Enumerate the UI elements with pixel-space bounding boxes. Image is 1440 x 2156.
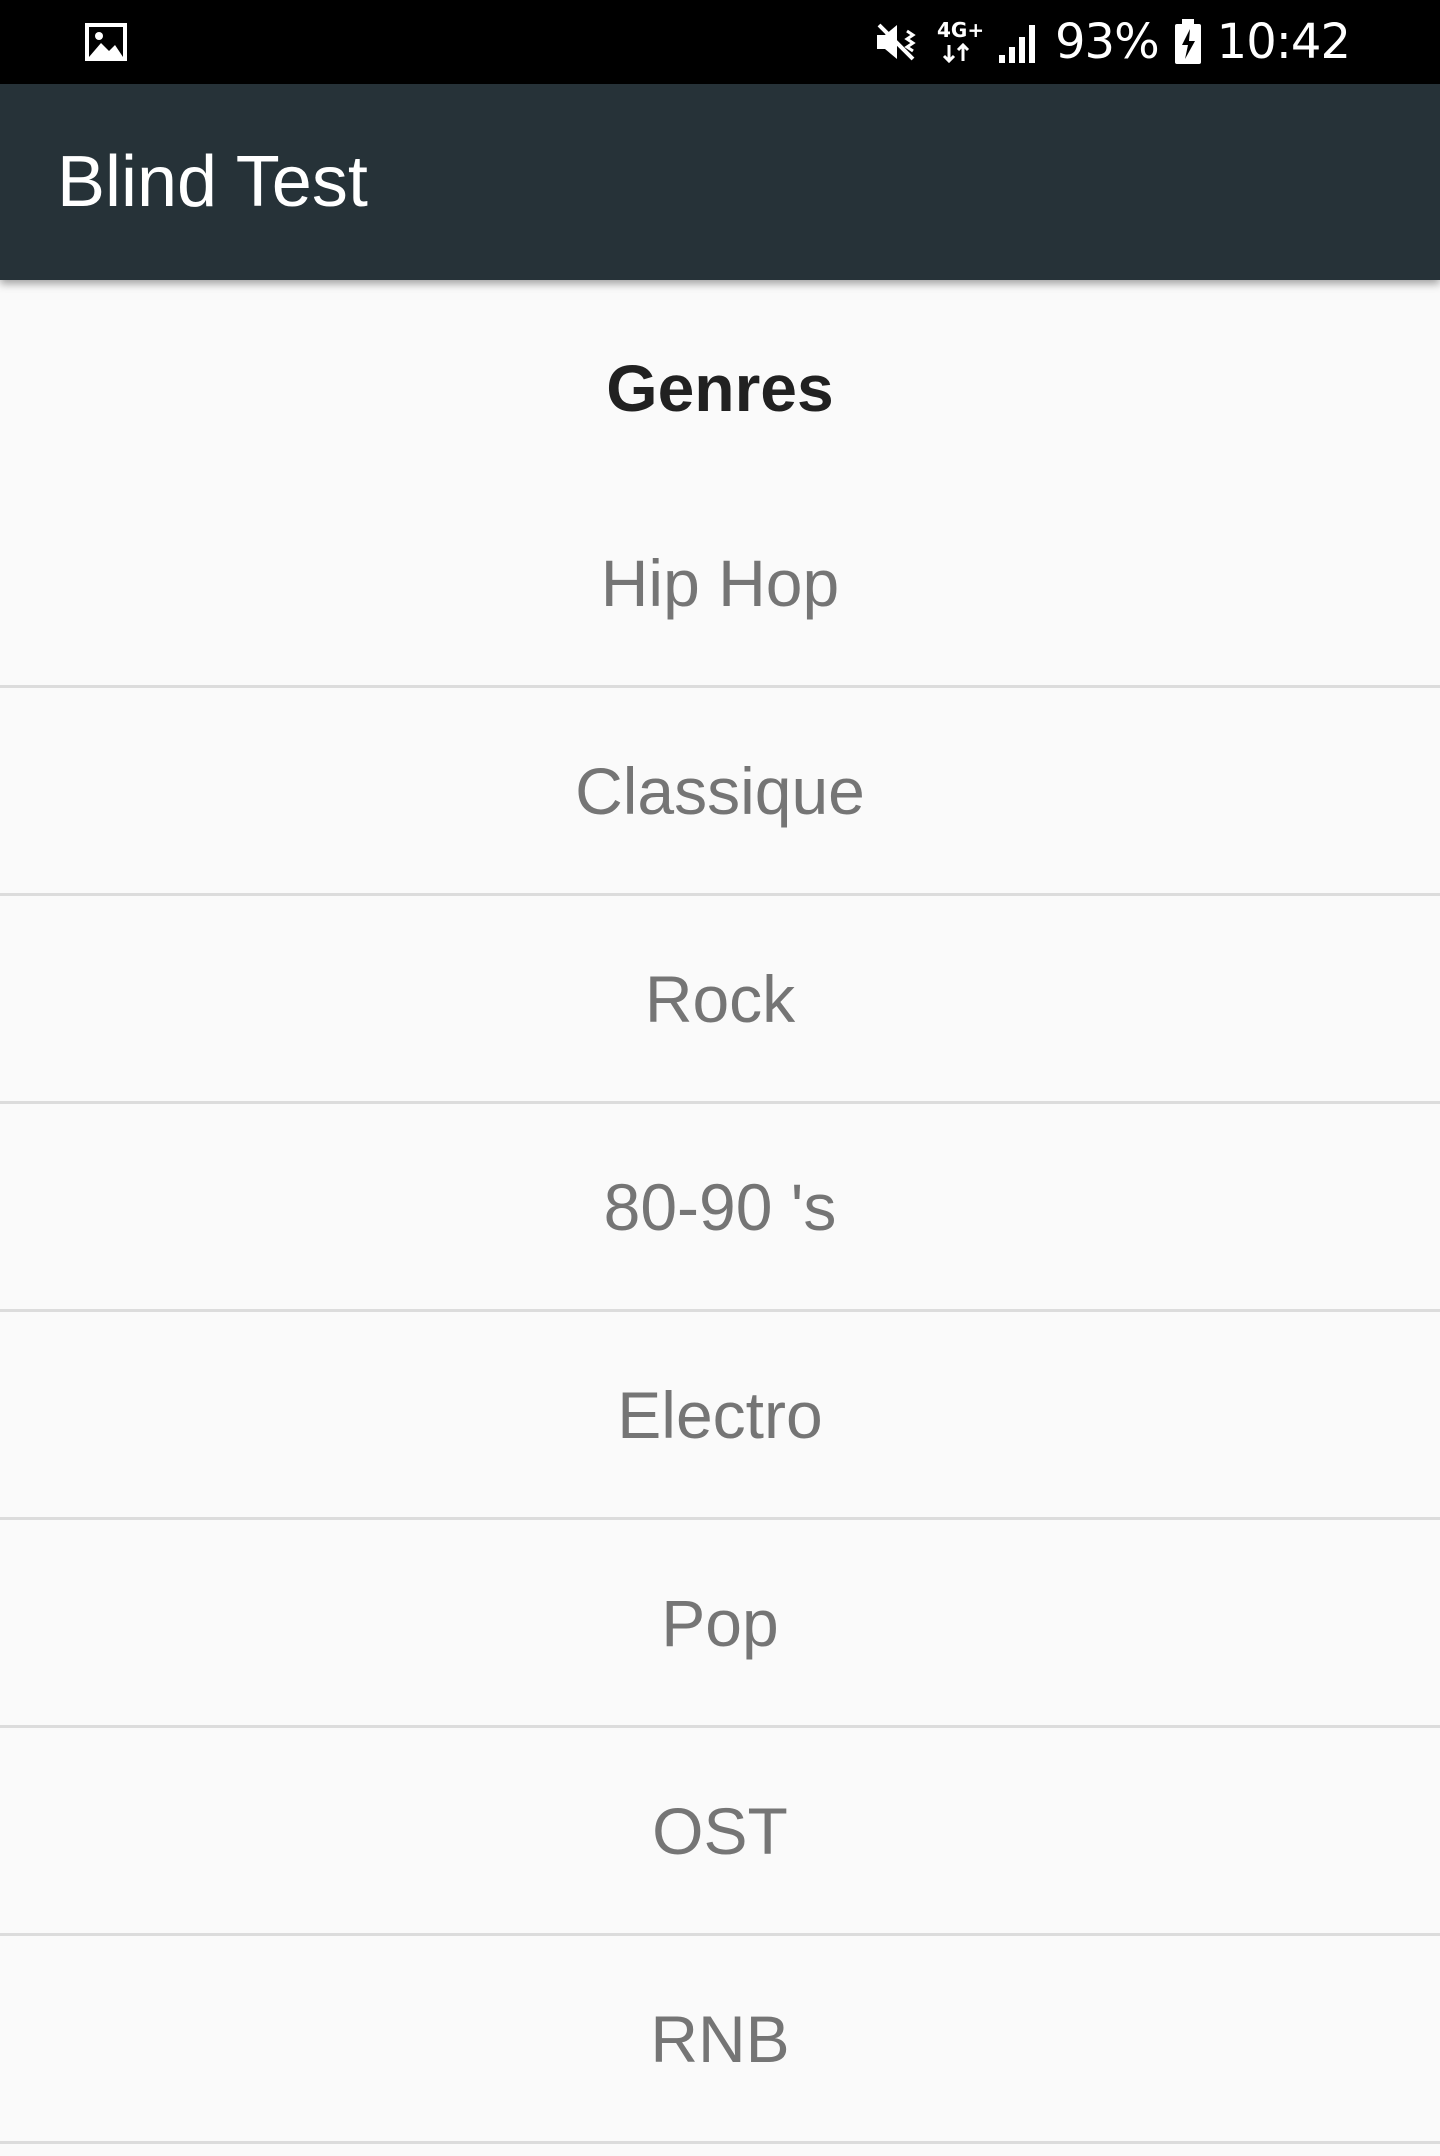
genre-item-ost[interactable]: OST	[0, 1728, 1440, 1936]
genre-item-electro[interactable]: Electro	[0, 1312, 1440, 1520]
genre-item-rnb[interactable]: RNB	[0, 1936, 1440, 2144]
genres-screen: Genres Hip Hop Classique Rock 80-90 's E…	[0, 280, 1440, 2156]
genre-item-hip-hop[interactable]: Hip Hop	[0, 480, 1440, 688]
battery-percent: 93%	[1054, 14, 1160, 70]
status-bar: 4G+ 93% 10:42	[0, 0, 1440, 84]
vibrate-mute-icon	[876, 23, 916, 61]
section-title: Genres	[606, 351, 834, 425]
app-title: Blind Test	[57, 142, 368, 222]
clock: 10:42	[1216, 14, 1351, 70]
signal-strength-icon	[998, 25, 1035, 63]
app-bar: Blind Test	[0, 84, 1440, 280]
genre-list: Hip Hop Classique Rock 80-90 's Electro …	[0, 480, 1440, 2144]
genre-item-80-90s[interactable]: 80-90 's	[0, 1104, 1440, 1312]
status-icons: 4G+ 93% 10:42	[871, 0, 1351, 84]
genre-item-pop[interactable]: Pop	[0, 1520, 1440, 1728]
genre-item-rock[interactable]: Rock	[0, 896, 1440, 1104]
image-notification-icon	[85, 23, 127, 61]
battery-charging-icon	[1174, 19, 1201, 64]
genre-item-classique[interactable]: Classique	[0, 688, 1440, 896]
svg-text:4G+: 4G+	[937, 18, 983, 42]
network-4g-plus-icon: 4G+	[937, 18, 983, 64]
